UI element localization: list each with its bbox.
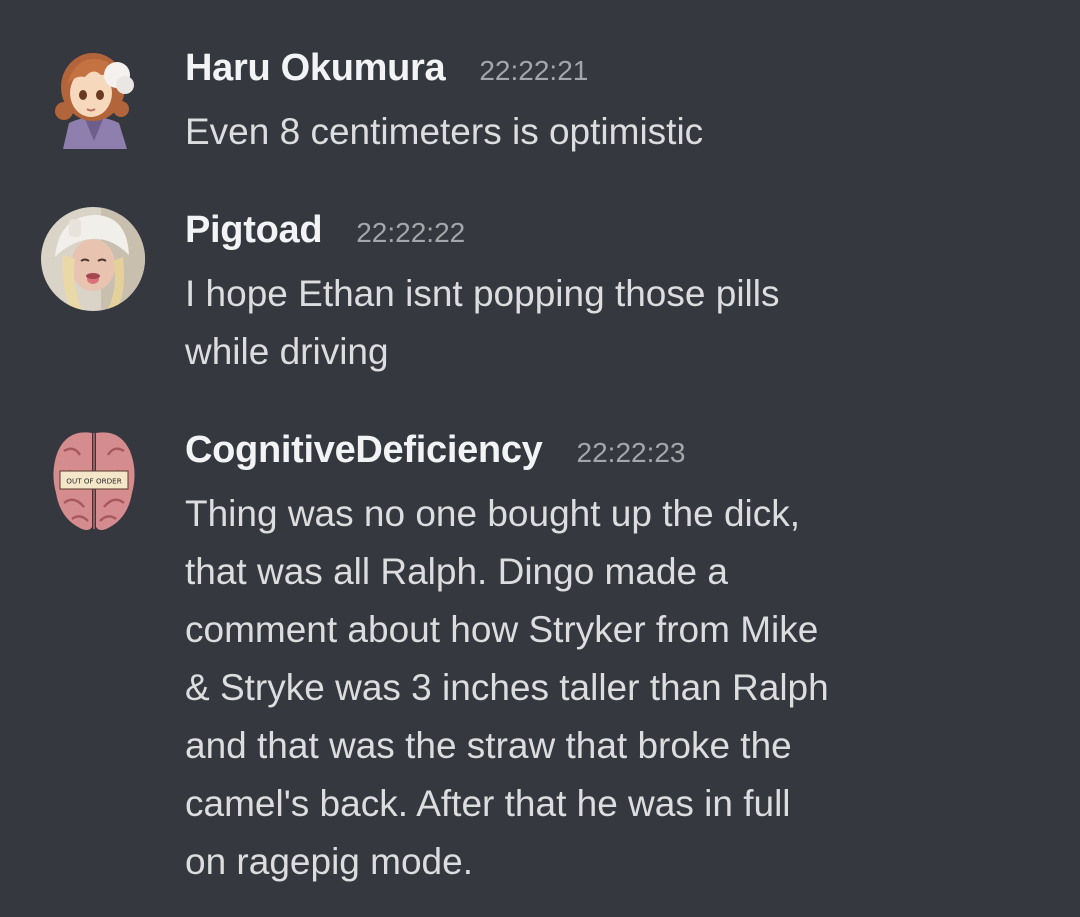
timestamp: 22:22:23	[576, 437, 686, 468]
anime-girl-avatar-icon	[55, 53, 134, 149]
message-content: Haru Okumura 22:22:21 Even 8 centimeters…	[185, 47, 1045, 161]
message-text: Even 8 centimeters is optimistic	[185, 111, 704, 152]
username[interactable]: CognitiveDeficiency	[185, 429, 543, 472]
brain-avatar-icon: OUT OF ORDER	[53, 432, 135, 530]
out-of-order-sign: OUT OF ORDER	[66, 477, 121, 486]
timestamp: 22:22:22	[356, 217, 466, 248]
avatar[interactable]: OUT OF ORDER	[50, 427, 138, 535]
avatar[interactable]	[45, 45, 143, 149]
username[interactable]: Pigtoad	[185, 209, 323, 252]
chat-message-list: Haru Okumura 22:22:21 Even 8 centimeters…	[0, 0, 1080, 917]
message-header: Haru Okumura 22:22:21	[185, 47, 1045, 97]
photo-avatar-icon	[41, 207, 145, 311]
message-text: I hope Ethan isnt popping those pills wh…	[185, 273, 780, 372]
message-header: CognitiveDeficiency 22:22:23	[185, 429, 1045, 479]
message-header: Pigtoad 22:22:22	[185, 209, 1045, 259]
message-text: Thing was no one bought up the dick, tha…	[185, 493, 829, 882]
timestamp: 22:22:21	[479, 55, 589, 86]
message-content: Pigtoad 22:22:22 I hope Ethan isnt poppi…	[185, 209, 1045, 381]
username[interactable]: Haru Okumura	[185, 47, 446, 90]
avatar[interactable]	[41, 207, 145, 311]
message-content: CognitiveDeficiency 22:22:23 Thing was n…	[185, 429, 1045, 891]
